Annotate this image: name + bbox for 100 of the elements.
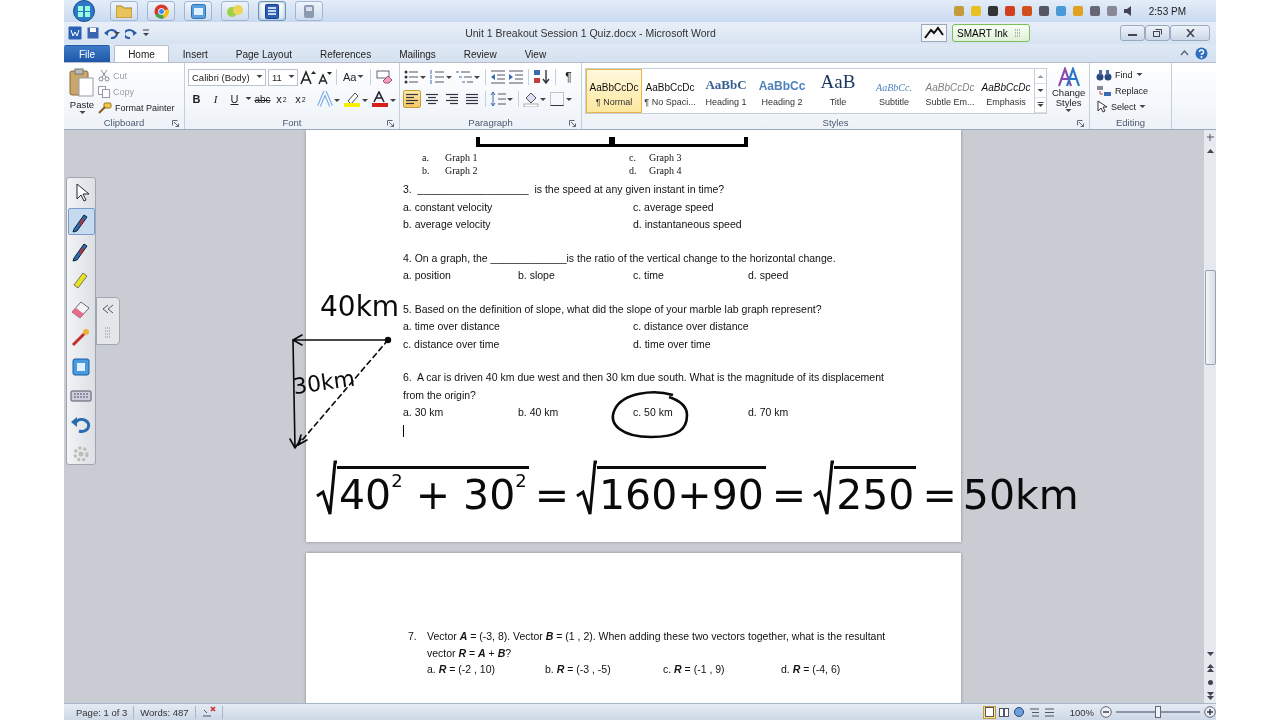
zoom-out-button[interactable] (1100, 706, 1112, 718)
editing-command[interactable]: Replace (1095, 83, 1166, 98)
radical-sign (315, 460, 337, 516)
answer-choice: a. R = (-2 , 10) (427, 663, 495, 675)
smart-ink-button[interactable]: SMART Ink (952, 24, 1030, 42)
editing-command[interactable]: Select (1095, 99, 1166, 114)
multilevel-list-icon[interactable] (455, 69, 481, 85)
taskbar-button[interactable] (258, 1, 286, 21)
collapse-ribbon-icon[interactable] (1180, 49, 1189, 57)
change-styles-icon (1056, 67, 1081, 87)
help-icon[interactable] (1195, 46, 1208, 60)
taskbar-button[interactable] (147, 1, 175, 21)
undo-icon[interactable] (104, 27, 120, 39)
word-app-icon[interactable] (68, 26, 82, 40)
draft-icon[interactable] (1044, 707, 1054, 717)
zoom-in-button[interactable] (1204, 706, 1216, 718)
ribbon-tab[interactable]: Review (449, 45, 511, 62)
redo-icon[interactable] (125, 27, 137, 39)
style-option[interactable]: AaBbCc. Subtitle (866, 69, 922, 113)
ink-tool-button[interactable] (921, 24, 947, 42)
ribbon-tab[interactable]: Page Layout (221, 45, 306, 62)
caret-icon (1037, 88, 1044, 93)
shrink-font-icon[interactable] (318, 69, 332, 85)
clipboard-command[interactable]: Format Painter (97, 100, 176, 115)
grow-font-icon[interactable] (300, 69, 316, 85)
tray-icon[interactable] (1088, 5, 1101, 17)
start-button[interactable] (70, 0, 98, 22)
decrease-indent-icon[interactable] (490, 69, 506, 85)
font-size-field[interactable]: 11 (268, 68, 298, 86)
clipboard-icon (69, 68, 95, 98)
ribbon-tab[interactable]: View (510, 45, 561, 62)
answer-choice: Graph 2 (445, 164, 479, 177)
browser-icon (153, 3, 169, 19)
maximize-button[interactable] (1145, 25, 1170, 41)
style-option[interactable]: AaBbCcDc ¶ No Spaci... (642, 69, 698, 113)
toolbar-toggle-button[interactable] (96, 297, 120, 345)
dialog-launcher-icon[interactable] (569, 120, 576, 127)
taskbar-button[interactable] (184, 1, 212, 21)
web-layout-icon[interactable] (1014, 707, 1025, 717)
style-option[interactable]: AaBbC Heading 1 (698, 69, 754, 113)
shading-icon[interactable] (523, 91, 547, 107)
proofing-icon[interactable] (201, 706, 216, 718)
ink-tool-button[interactable] (67, 208, 95, 235)
format-button[interactable]: I (207, 90, 224, 108)
style-option[interactable]: AaB Title (810, 69, 866, 113)
save-icon[interactable] (87, 27, 99, 39)
reading-icon[interactable] (999, 707, 1010, 717)
increase-indent-icon[interactable] (508, 69, 524, 85)
group-label: Editing (1115, 117, 1146, 128)
ribbon-tab[interactable]: Home (114, 45, 169, 62)
ribbon-tab[interactable]: Insert (168, 45, 222, 62)
style-option[interactable]: AaBbCcDc ¶ Normal (586, 69, 642, 113)
dialog-launcher-icon[interactable] (387, 120, 394, 127)
replace-icon (1096, 84, 1112, 97)
answer-choice: d. instantaneous speed (633, 218, 742, 230)
group-label: Styles (822, 117, 849, 128)
line-spacing-icon[interactable] (490, 91, 514, 107)
show-formatting-button[interactable]: ¶ (560, 68, 577, 86)
choice-letter: d. (629, 164, 638, 177)
font-name-field[interactable]: Calibri (Body) (188, 68, 266, 86)
change-styles-button[interactable]: Change Styles (1047, 66, 1086, 116)
ribbon-tab[interactable]: References (306, 45, 386, 62)
question-text: Vector A = (-3, 8). Vector B = (1 , 2). When adding these two vectors together, what is the resultant vector R = A + B? (427, 629, 887, 661)
format-button[interactable]: U (226, 90, 243, 108)
answer-choice: Graph 4 (649, 164, 683, 177)
borders-icon[interactable] (549, 91, 573, 107)
bullets-icon[interactable] (403, 69, 427, 85)
dialog-launcher-icon[interactable] (172, 120, 179, 127)
sort-icon[interactable] (533, 69, 551, 85)
format-button[interactable]: x$^{2}$ (292, 90, 309, 108)
caret-icon (1139, 104, 1146, 109)
customize-caret-icon[interactable] (142, 28, 150, 38)
scissors-icon (98, 69, 110, 82)
double-arrow-up-icon (1206, 664, 1214, 672)
answer-choice: b. average velocity (403, 218, 491, 230)
answer-choice: c. time (633, 269, 664, 281)
change-case-button[interactable]: Aa (341, 68, 367, 86)
editing-command[interactable]: Find (1095, 67, 1166, 82)
slider-thumb[interactable] (1155, 706, 1161, 718)
paste-button[interactable]: Paste (67, 66, 97, 116)
font-color-icon[interactable] (371, 91, 396, 107)
align-icon (466, 93, 478, 105)
highlight-icon[interactable] (343, 91, 369, 107)
align-button[interactable] (403, 90, 421, 108)
scroll-thumb[interactable] (1204, 270, 1216, 365)
minimize-button[interactable] (1120, 25, 1145, 41)
clear-formatting-icon[interactable] (375, 69, 394, 85)
style-option[interactable]: AaBbCcDc Subtle Em... (922, 69, 978, 113)
close-button[interactable] (1170, 25, 1210, 41)
style-option[interactable]: AaBbCc Heading 2 (754, 69, 810, 113)
ribbon-tab[interactable]: Mailings (385, 45, 450, 62)
outline-icon[interactable] (1029, 707, 1039, 717)
format-button[interactable]: abc (254, 90, 271, 108)
style-option[interactable]: AaBbCcDc Emphasis (978, 69, 1034, 113)
print-layout-icon[interactable] (984, 707, 994, 717)
tray-icon[interactable] (1037, 5, 1050, 17)
format-button[interactable]: B (188, 90, 205, 108)
dialog-launcher-icon[interactable] (1077, 120, 1084, 127)
file-tab[interactable]: File (64, 45, 111, 62)
tray-icon[interactable] (986, 5, 999, 17)
